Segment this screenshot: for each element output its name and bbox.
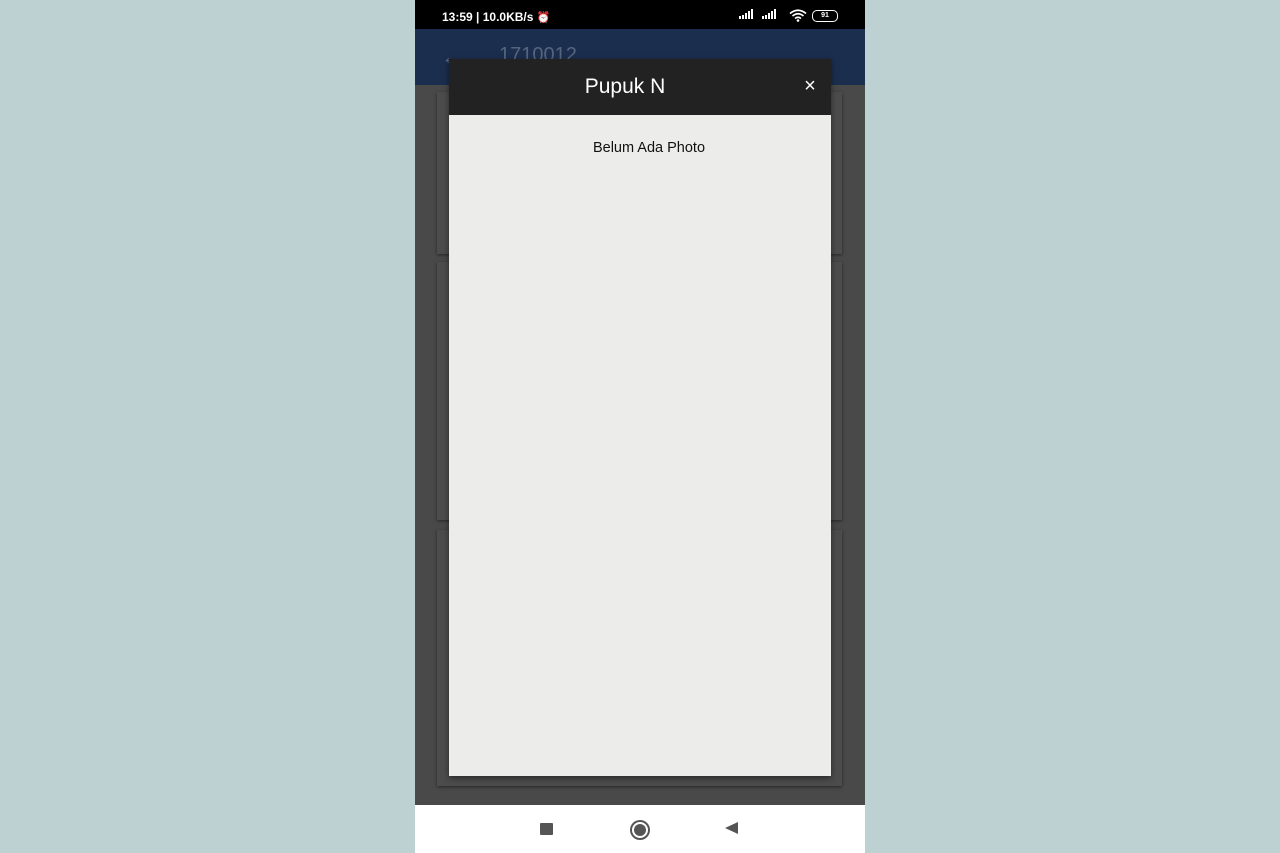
close-icon[interactable]: × — [801, 75, 819, 97]
dialog-title: Pupuk N — [584, 75, 666, 98]
signal-icon — [739, 9, 757, 19]
status-bar: 13:59 | 10.0KB/s ⏰ 91 — [415, 0, 865, 29]
status-left: 13:59 | 10.0KB/s ⏰ — [442, 10, 550, 24]
battery-icon: 91 — [812, 10, 838, 22]
home-circle-icon[interactable] — [630, 820, 650, 840]
status-time: 13:59 — [442, 10, 473, 24]
wifi-icon — [789, 9, 807, 22]
signal-icon-2 — [762, 9, 780, 19]
recents-square-icon[interactable] — [540, 823, 553, 835]
dialog-header: Pupuk N × — [449, 59, 831, 115]
network-speed: 10.0KB/s — [482, 10, 534, 24]
alarm-off-icon: ⏰ — [536, 12, 551, 24]
no-photo-message: Belum Ada Photo — [592, 140, 706, 156]
status-separator: | — [472, 10, 483, 24]
battery-level: 91 — [821, 12, 829, 19]
phone-screen: 13:59 | 10.0KB/s ⏰ 91 ← 1710012 Pupuk N … — [415, 0, 865, 853]
status-icons: 91 — [739, 9, 839, 23]
photo-dialog: Pupuk N × Belum Ada Photo — [449, 59, 831, 776]
back-triangle-icon[interactable] — [725, 822, 738, 834]
system-nav-bar — [415, 805, 865, 853]
